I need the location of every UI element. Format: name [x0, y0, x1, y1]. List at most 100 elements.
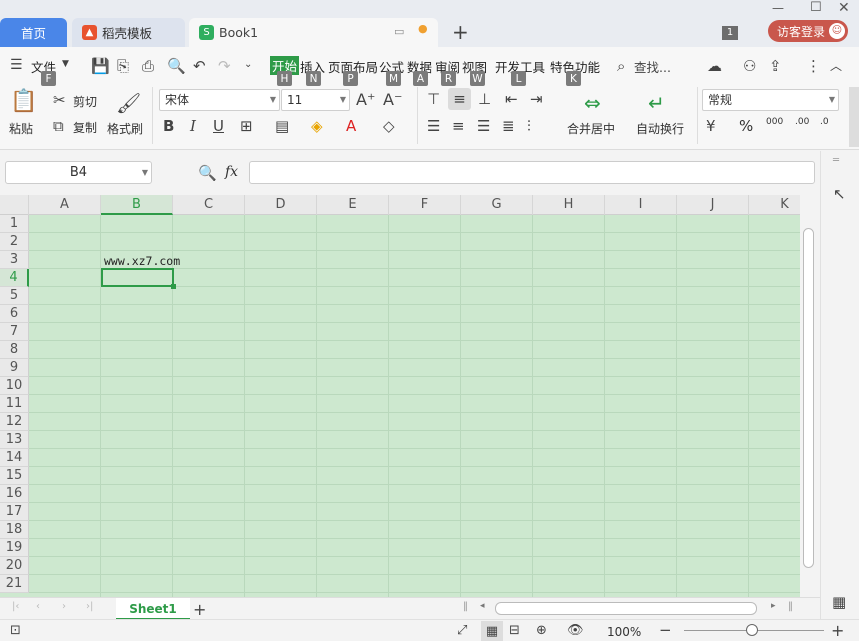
row-header-9[interactable]: 9 [0, 359, 29, 377]
percent-button[interactable]: % [739, 117, 753, 135]
collapse-ribbon-icon[interactable]: ︿ [830, 57, 842, 74]
row-header-15[interactable]: 15 [0, 467, 29, 485]
maximize-icon[interactable]: ☐ [810, 0, 822, 15]
zoom-slider-thumb[interactable] [746, 624, 758, 636]
align-right-icon[interactable]: ☰ [477, 117, 490, 135]
eye-protect-icon[interactable]: 👁 [567, 623, 584, 638]
fx-button[interactable]: fx [225, 164, 238, 180]
next-sheet-icon[interactable]: › [62, 601, 66, 612]
align-center-icon[interactable]: ≡ [452, 117, 465, 135]
row-header-2[interactable]: 2 [0, 233, 29, 251]
tab-home[interactable]: 首页 [0, 18, 67, 47]
row-header-11[interactable]: 11 [0, 395, 29, 413]
scroll-thumb[interactable] [803, 228, 814, 568]
splitter-icon[interactable]: ‖ [463, 601, 468, 612]
cloud-icon[interactable]: ☁ [707, 57, 722, 75]
font-size-select[interactable]: 11 ▼ [281, 89, 350, 111]
currency-icon[interactable]: ¥ [706, 117, 716, 135]
tab-docer[interactable]: ▲ 稻壳模板 [72, 18, 185, 47]
share-user-icon[interactable]: ⚇ [743, 57, 756, 75]
indent-increase-icon[interactable]: ⇥ [530, 90, 543, 108]
first-sheet-icon[interactable]: |‹ [12, 601, 19, 612]
align-bottom-icon[interactable]: ⊥ [478, 90, 491, 108]
row-header-19[interactable]: 19 [0, 539, 29, 557]
column-header-b[interactable]: B [101, 195, 173, 215]
italic-icon[interactable]: I [190, 117, 196, 135]
ribbon-scroll[interactable] [849, 87, 859, 147]
row-header-8[interactable]: 8 [0, 341, 29, 359]
bold-icon[interactable]: B [163, 117, 174, 135]
paste-button[interactable]: 粘贴 [9, 120, 33, 137]
new-tab-icon[interactable]: + [452, 20, 469, 44]
grid-apps-icon[interactable]: ▦ [832, 593, 846, 611]
format-painter-button[interactable]: 格式刷 [107, 120, 143, 137]
row-header-5[interactable]: 5 [0, 287, 29, 305]
copy-icon[interactable]: ⧉ [53, 117, 64, 135]
column-header-g[interactable]: G [461, 195, 533, 215]
vertical-scrollbar[interactable] [800, 195, 818, 597]
chevron-down-icon[interactable]: ▼ [62, 59, 69, 69]
row-header-18[interactable]: 18 [0, 521, 29, 539]
undo-icon[interactable]: ↶ [193, 57, 206, 75]
formula-input[interactable] [249, 161, 815, 184]
paste-icon[interactable]: 📋 [10, 89, 37, 114]
fill-color-icon[interactable]: ◈ [311, 117, 323, 135]
screen-icon[interactable]: ▭ [394, 25, 404, 38]
align-top-icon[interactable]: ⊤ [427, 90, 440, 108]
reading-view-icon[interactable]: ⊕ [536, 623, 547, 638]
increase-font-icon[interactable]: A⁺ [356, 90, 375, 109]
share-icon[interactable]: ⇪ [769, 57, 782, 75]
row-header-3[interactable]: 3 [0, 251, 29, 269]
login-button[interactable]: 访客登录 ☺ [768, 20, 848, 42]
minimize-icon[interactable]: — [772, 1, 784, 15]
print-preview-icon[interactable]: 🔍 [167, 57, 186, 75]
merge-center-button[interactable]: 合并居中 [567, 120, 615, 137]
select-all-corner[interactable] [0, 195, 29, 215]
export-icon[interactable]: ⎘ [117, 57, 129, 75]
zoom-out-icon[interactable]: − [659, 621, 672, 639]
column-header-k[interactable]: K [749, 195, 800, 215]
clear-icon[interactable]: ◇ [383, 117, 395, 135]
row-header-7[interactable]: 7 [0, 323, 29, 341]
window-count-badge[interactable]: 1 [722, 26, 738, 40]
scroll-left-icon[interactable]: ◂ [480, 601, 485, 611]
column-header-e[interactable]: E [317, 195, 389, 215]
row-header-13[interactable]: 13 [0, 431, 29, 449]
decrease-decimal-button[interactable]: .0 [820, 117, 829, 127]
number-format-select[interactable]: 常规 ▼ [702, 89, 839, 111]
column-header-j[interactable]: J [677, 195, 749, 215]
row-header-10[interactable]: 10 [0, 377, 29, 395]
underline-icon[interactable]: U [213, 117, 224, 135]
active-cell-b4[interactable] [101, 268, 176, 289]
justify-icon[interactable]: ≣ [502, 117, 515, 135]
wrap-text-button[interactable]: 自动换行 [636, 120, 684, 137]
tab-book1[interactable]: S Book1 ▭ ● [189, 18, 438, 47]
increase-decimal-button[interactable]: .00 [795, 117, 809, 127]
thousands-button[interactable]: 000 [766, 117, 783, 127]
align-middle-icon[interactable]: ≡ [448, 88, 471, 110]
print-icon[interactable]: ⎙ [142, 57, 154, 75]
cut-icon[interactable]: ✂ [53, 91, 66, 109]
decrease-font-icon[interactable]: A⁻ [383, 90, 402, 109]
column-header-c[interactable]: C [173, 195, 245, 215]
prev-sheet-icon[interactable]: ‹ [36, 601, 40, 612]
spreadsheet-grid[interactable]: ABCDEFGHIJK 1 2 3 4 5 6 7 8 9 10 11 12 13 14 15 16 17 18 1… [0, 195, 800, 597]
sheet-tab-sheet1[interactable]: Sheet1 [116, 598, 190, 620]
row-header-17[interactable]: 17 [0, 503, 29, 521]
wrap-text-icon[interactable]: ↵ [648, 91, 665, 115]
font-color-icon[interactable]: A [346, 117, 356, 135]
cell-style-icon[interactable]: ▤ [275, 117, 289, 135]
redo-icon[interactable]: ↷ [218, 57, 231, 75]
row-header-4[interactable]: 4 [0, 269, 29, 287]
distribute-icon[interactable]: ⫶ [527, 117, 531, 135]
save-icon[interactable]: 💾 [91, 57, 110, 75]
column-header-f[interactable]: F [389, 195, 461, 215]
row-header-20[interactable]: 20 [0, 557, 29, 575]
select-cursor-icon[interactable]: ↖ [833, 185, 846, 203]
merge-center-icon[interactable]: ⇔ [584, 91, 601, 115]
zoom-formula-icon[interactable]: 🔍 [198, 164, 217, 182]
zoom-in-icon[interactable]: + [831, 621, 844, 640]
fill-handle[interactable] [171, 284, 176, 289]
font-name-select[interactable]: 宋体 ▼ [159, 89, 280, 111]
splitter-right-icon[interactable]: ‖ [788, 601, 793, 612]
